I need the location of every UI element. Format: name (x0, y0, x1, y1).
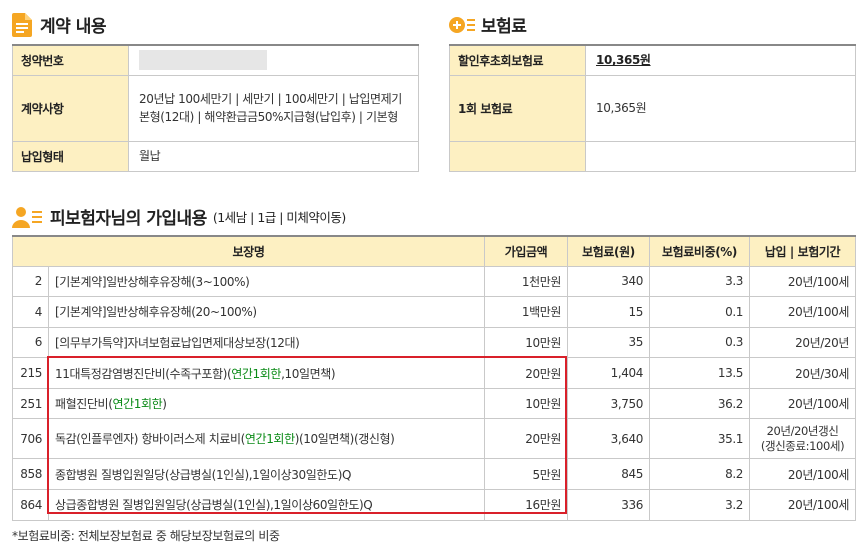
empty-value (585, 140, 856, 172)
masked-value (139, 50, 267, 71)
header-amount: 가입금액 (484, 235, 569, 267)
subscription-number-label: 청약번호 (12, 44, 129, 76)
row-code: 4 (12, 296, 49, 328)
table-row: 1회 보험료 10,365원 (449, 74, 856, 142)
row-ratio: 3.3 (649, 265, 751, 298)
table-row: 할인후초회보험료 10,365원 (449, 44, 856, 76)
row-code: 2 (12, 265, 49, 298)
coverage-section-title: 피보험자님의 가입내용 (1세남 | 1급 | 미체약이동) (12, 204, 346, 229)
row-code: 6 (12, 326, 49, 359)
premium-title: 보험료 (481, 17, 527, 37)
row-premium: 15 (567, 296, 651, 328)
row-period: 20년/100세 (749, 265, 857, 298)
row-premium: 340 (567, 265, 651, 298)
contract-title: 계약 내용 (40, 17, 106, 37)
row-ratio: 13.5 (649, 357, 751, 389)
row-code: 215 (12, 357, 49, 389)
contract-section-title: 계약 내용 (12, 12, 106, 37)
single-premium-label: 1회 보험료 (449, 74, 586, 142)
row-amount: 1백만원 (484, 296, 569, 328)
header-period: 납입 | 보험기간 (749, 235, 857, 267)
table-row: 2 [기본계약]일반상해후유장해(3~100%) 1천만원 340 3.3 20… (12, 265, 857, 298)
row-ratio: 3.2 (649, 489, 751, 521)
row-ratio: 8.2 (649, 458, 751, 491)
row-premium: 3,750 (567, 387, 651, 420)
person-list-icon (12, 206, 42, 228)
contract-table: 청약번호 계약사항 20년납 100세만기 | 세만기 | 100세만기 | 납… (12, 44, 419, 172)
row-name: [의무부가특약]자녀보험료납입면제대상보장(12대) (47, 326, 486, 359)
row-period: 20년/100세 (749, 458, 857, 491)
table-row (449, 140, 856, 172)
row-code: 251 (12, 387, 49, 420)
coverage-title: 피보험자님의 가입내용 (50, 209, 207, 229)
header-coverage-name: 보장명 (11, 235, 486, 267)
premium-table: 할인후초회보험료 10,365원 1회 보험료 10,365원 (449, 44, 856, 172)
row-amount: 10만원 (484, 326, 569, 359)
row-code: 706 (12, 418, 49, 460)
row-premium: 845 (567, 458, 651, 491)
row-ratio: 0.1 (649, 296, 751, 328)
row-period: 20년/30세 (749, 357, 857, 389)
payment-type-label: 납입형태 (12, 140, 129, 172)
coverage-subtitle: (1세남 | 1급 | 미체약이동) (212, 210, 346, 225)
subscription-number-value (128, 44, 419, 76)
row-ratio: 35.1 (649, 418, 751, 460)
table-row: 6 [의무부가특약]자녀보험료납입면제대상보장(12대) 10만원 35 0.3… (12, 326, 857, 359)
row-code: 858 (12, 458, 49, 491)
table-row: 납입형태 월납 (12, 140, 419, 172)
row-period: 20년/20년갱신 (갱신종료:100세) (749, 418, 857, 460)
table-header-row: 보장명 가입금액 보험료(원) 보험료비중(%) 납입 | 보험기간 (11, 235, 857, 267)
highlight-box (47, 356, 567, 514)
premium-section-title: 보험료 (449, 12, 527, 37)
row-period: 20년/20년 (749, 326, 857, 359)
document-icon (12, 12, 32, 37)
empty-label (449, 140, 586, 172)
row-premium: 3,640 (567, 418, 651, 460)
table-row: 계약사항 20년납 100세만기 | 세만기 | 100세만기 | 납입면제기본… (12, 74, 419, 142)
table-row: 청약번호 (12, 44, 419, 76)
discounted-first-premium-value: 10,365원 (585, 44, 856, 76)
header-premium: 보험료(원) (567, 235, 651, 267)
contract-terms-value: 20년납 100세만기 | 세만기 | 100세만기 | 납입면제기본형(12대… (128, 74, 419, 142)
discounted-first-premium-label: 할인후초회보험료 (449, 44, 586, 76)
header-ratio: 보험료비중(%) (649, 235, 751, 267)
row-period: 20년/100세 (749, 489, 857, 521)
table-row: 4 [기본계약]일반상해후유장해(20~100%) 1백만원 15 0.1 20… (12, 296, 857, 328)
contract-terms-label: 계약사항 (12, 74, 129, 142)
footnote: *보험료비중: 전체보장보험료 중 해당보장보험료의 비중 (12, 529, 280, 543)
row-period: 20년/100세 (749, 296, 857, 328)
row-ratio: 0.3 (649, 326, 751, 359)
plus-list-icon (449, 16, 475, 33)
row-amount: 1천만원 (484, 265, 569, 298)
payment-type-value: 월납 (128, 140, 419, 172)
row-premium: 1,404 (567, 357, 651, 389)
single-premium-value: 10,365원 (585, 74, 856, 142)
row-name: [기본계약]일반상해후유장해(3~100%) (47, 265, 486, 298)
row-premium: 336 (567, 489, 651, 521)
row-period: 20년/100세 (749, 387, 857, 420)
row-name: [기본계약]일반상해후유장해(20~100%) (47, 296, 486, 328)
row-ratio: 36.2 (649, 387, 751, 420)
row-premium: 35 (567, 326, 651, 359)
row-code: 864 (12, 489, 49, 521)
